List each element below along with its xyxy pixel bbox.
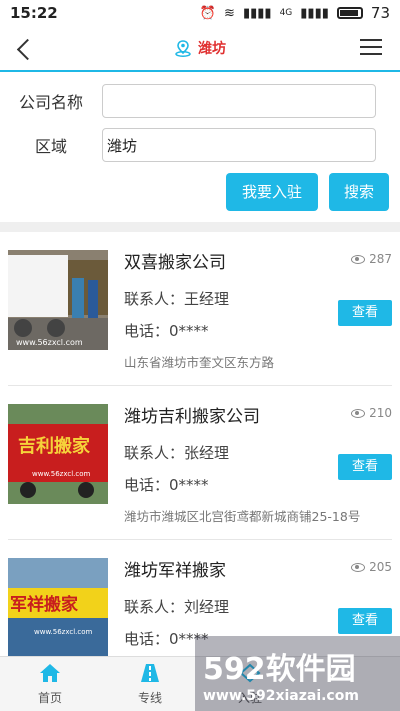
phone-number: 电话：0****: [124, 322, 209, 340]
home-icon: [40, 663, 60, 682]
search-button[interactable]: 搜索: [329, 173, 389, 211]
status-bar: 15:22 ⏰ ≋ ▮▮▮▮ 4G ▮▮▮▮ 73: [0, 0, 400, 26]
contact-person: 联系人：王经理: [124, 290, 230, 308]
thumbnail-watermark: www.56zxcl.com: [32, 470, 91, 478]
company-name: 潍坊吉利搬家公司: [124, 407, 260, 427]
thumbnail-sign: 吉利搬家: [18, 435, 91, 457]
city-selector[interactable]: 潍坊: [174, 38, 226, 58]
company-input[interactable]: [102, 84, 376, 118]
view-count: 205: [351, 560, 392, 574]
company-name: 双喜搬家公司: [124, 253, 226, 273]
view-count: 287: [351, 252, 392, 266]
section-divider: [0, 222, 400, 232]
company-thumbnail: www.56zxcl.com: [8, 250, 108, 350]
tab-home-label: 首页: [37, 690, 62, 705]
menu-icon[interactable]: [360, 39, 384, 59]
company-row: 公司名称: [0, 84, 376, 118]
view-count: 210: [351, 406, 392, 420]
tab-line[interactable]: 专线: [100, 657, 200, 711]
view-button[interactable]: 查看: [338, 300, 392, 326]
tab-home[interactable]: 首页: [0, 657, 100, 711]
battery-level: 73: [370, 4, 390, 22]
view-button[interactable]: 查看: [338, 454, 392, 480]
phone-number: 电话：0****: [124, 476, 209, 494]
alarm-icon: ⏰: [199, 5, 217, 21]
status-time: 15:22: [10, 4, 58, 22]
region-label: 区域: [34, 137, 67, 156]
list-item[interactable]: www.56zxcl.com 双喜搬家公司 287 联系人：王经理 查看 电话：…: [8, 232, 392, 386]
region-input[interactable]: [102, 128, 376, 162]
eye-icon: [351, 254, 366, 264]
search-form: 公司名称 区域 我要入驻 搜索: [0, 74, 400, 222]
tab-line-label: 专线: [137, 690, 162, 705]
join-button[interactable]: 我要入驻: [226, 173, 318, 211]
location-pin-icon: [175, 40, 191, 57]
region-row: 区域: [0, 128, 376, 162]
eye-icon: [351, 408, 366, 418]
thumbnail-watermark: www.56zxcl.com: [16, 338, 83, 347]
company-thumbnail: 吉利搬家 www.56zxcl.com: [8, 404, 108, 504]
app-header: 潍坊: [0, 26, 400, 72]
thumbnail-watermark: www.56zxcl.com: [34, 628, 93, 636]
company-name: 潍坊军祥搬家: [124, 561, 226, 581]
wifi-icon: ≋: [224, 5, 235, 21]
road-icon: [141, 663, 159, 682]
battery-icon: [336, 7, 363, 19]
status-icons: ⏰ ≋ ▮▮▮▮ 4G ▮▮▮▮ 73: [200, 4, 390, 22]
thumbnail-sign: 军祥搬家: [10, 594, 78, 615]
company-label: 公司名称: [18, 93, 83, 112]
watermark-url: www.592xiazai.com: [203, 687, 359, 704]
company-list: www.56zxcl.com 双喜搬家公司 287 联系人：王经理 查看 电话：…: [0, 232, 400, 656]
contact-person: 联系人：张经理: [124, 444, 230, 462]
company-address: 潍坊市潍城区北宫街鸢都新城商铺25-18号: [124, 509, 361, 524]
contact-person: 联系人：刘经理: [124, 598, 230, 616]
company-thumbnail: 军祥搬家 www.56zxcl.com: [8, 558, 108, 656]
city-name: 潍坊: [198, 41, 226, 57]
back-icon[interactable]: [16, 36, 36, 62]
signal-icon: ▮▮▮▮: [242, 5, 272, 21]
list-item[interactable]: 吉利搬家 www.56zxcl.com 潍坊吉利搬家公司 210 联系人：张经理…: [8, 386, 392, 540]
eye-icon: [351, 562, 366, 572]
watermark-title: 592软件园: [203, 651, 356, 687]
view-button[interactable]: 查看: [338, 608, 392, 634]
network-label: 4G: [279, 8, 293, 18]
site-watermark: 592软件园 www.592xiazai.com: [195, 636, 400, 711]
company-address: 山东省潍坊市奎文区东方路: [124, 355, 275, 370]
signal-icon-2: ▮▮▮▮: [300, 5, 329, 21]
